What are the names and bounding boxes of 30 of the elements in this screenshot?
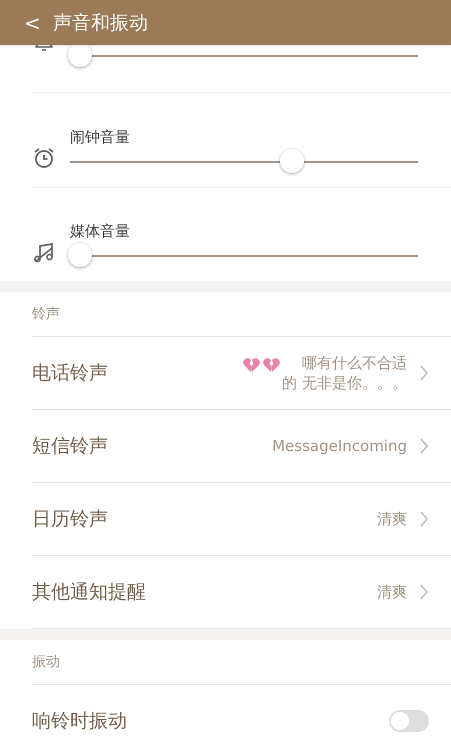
settings-row[interactable]: 短信铃声 MessageIncoming — [32, 410, 451, 483]
settings-row[interactable]: 响铃时振动 — [32, 685, 451, 752]
slider-thumb[interactable] — [68, 243, 92, 267]
toggle-switch[interactable] — [389, 710, 429, 732]
volume-label: 闹钟音量 — [70, 128, 131, 147]
chevron-right-icon — [419, 583, 429, 601]
chevron-right-icon — [419, 437, 429, 455]
row-label: 其他通知提醒 — [32, 580, 146, 605]
back-button[interactable]: < — [18, 10, 47, 34]
row-value: 的 无非是你。。。 — [282, 373, 407, 393]
row-label: 短信铃声 — [32, 434, 108, 459]
chevron-right-icon — [419, 364, 429, 382]
alarm-clock-icon — [32, 146, 56, 170]
row-value: 哪有什么不合适 — [302, 353, 407, 373]
slider-thumb[interactable] — [68, 43, 92, 67]
slider-thumb[interactable] — [280, 149, 304, 173]
row-label: 日历铃声 — [32, 507, 108, 532]
settings-row[interactable]: 电话铃声 哪有什么不合适 的 无非是你。。。 — [32, 337, 451, 410]
section-header: 振动 — [32, 640, 451, 685]
row-label: 响铃时振动 — [32, 709, 127, 734]
chevron-right-icon — [419, 510, 429, 528]
row-value: 清爽 — [377, 509, 407, 529]
settings-row[interactable]: 日历铃声 清爽 — [32, 483, 451, 556]
music-note-icon — [32, 240, 56, 264]
row-value: 清爽 — [377, 582, 407, 602]
volume-label: 媒体音量 — [70, 222, 131, 241]
row-label: 电话铃声 — [32, 361, 108, 386]
row-value: MessageIncoming — [272, 436, 407, 456]
section-header: 铃声 — [32, 292, 451, 337]
page-title: 声音和振动 — [52, 10, 148, 36]
